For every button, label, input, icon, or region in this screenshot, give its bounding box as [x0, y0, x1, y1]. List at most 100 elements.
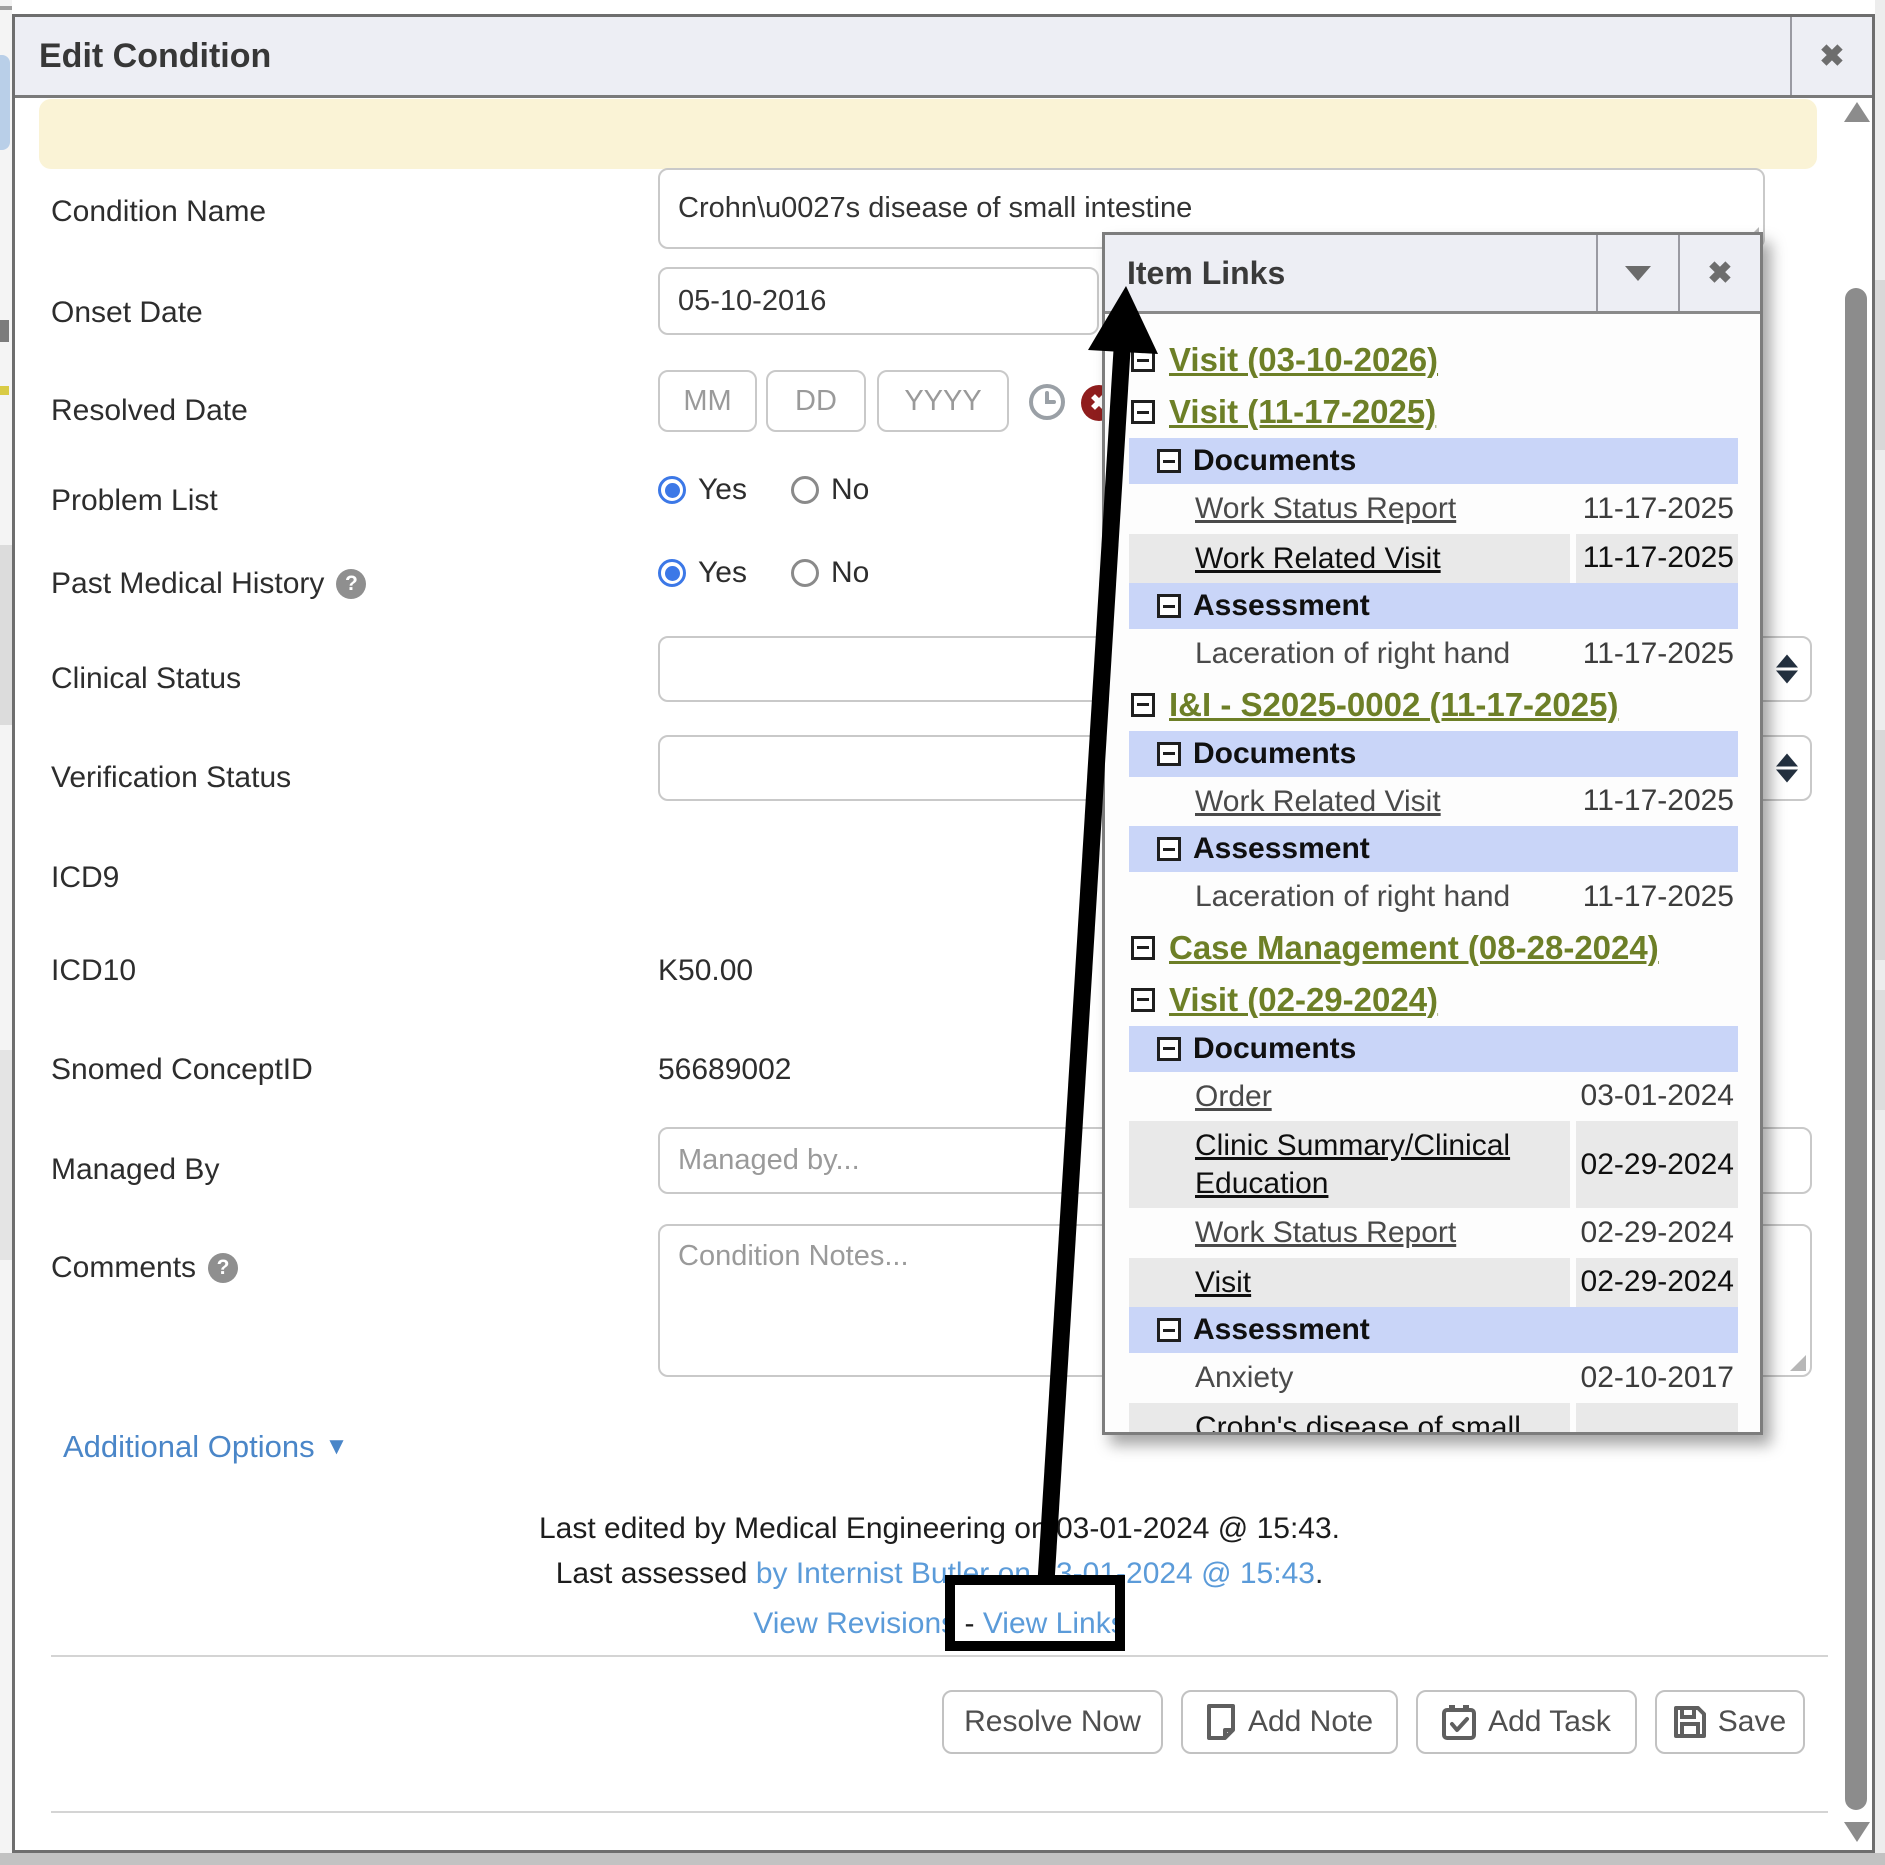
last-assessed-text: Last assessed by Internist Butler on 03-…	[51, 1557, 1828, 1591]
problem-list-no-radio[interactable]: No	[791, 473, 869, 507]
tree-item-row: Laceration of right hand11-17-2025	[1129, 872, 1738, 922]
problem-list-yes-radio[interactable]: Yes	[658, 473, 747, 507]
comments-placeholder: Condition Notes...	[678, 1240, 909, 1273]
popup-close-button[interactable]: ✖	[1678, 235, 1760, 311]
notice-banner	[39, 99, 1817, 169]
tree-session-row: Visit (11-17-2025)	[1129, 386, 1738, 438]
item-date: 05-10-2016	[1576, 1403, 1738, 1433]
section-label: Documents	[1193, 444, 1356, 478]
condition-name-label: Condition Name	[51, 195, 266, 229]
tree-session-row: Case Management (08-28-2024)	[1129, 922, 1738, 974]
problem-list-radiogroup: Yes No	[658, 473, 869, 507]
tree-item-row: Work Related Visit11-17-2025	[1129, 534, 1738, 584]
collapse-icon[interactable]	[1131, 348, 1155, 372]
item-link[interactable]: Work Status Report	[1129, 484, 1570, 534]
pmh-no-radio[interactable]: No	[791, 556, 869, 590]
additional-options-link[interactable]: Additional Options ▼	[63, 1429, 348, 1465]
comments-label: Comments ?	[51, 1251, 238, 1285]
add-task-button[interactable]: Add Task	[1416, 1690, 1637, 1754]
last-assessed-link[interactable]: by Internist Butler on 03-01-2024 @ 15:4…	[756, 1557, 1315, 1590]
background-artifact	[0, 386, 9, 395]
background-artifact	[1875, 990, 1885, 1110]
modal-title: Edit Condition	[15, 37, 271, 76]
item-links-tree: Visit (03-10-2026) Visit (11-17-2025) Docu…	[1105, 314, 1760, 1432]
add-note-button[interactable]: Add Note	[1181, 1690, 1398, 1754]
session-link[interactable]: Visit (11-17-2025)	[1169, 393, 1436, 431]
collapse-icon[interactable]	[1131, 936, 1155, 960]
view-revisions-link[interactable]: View Revisions	[753, 1607, 956, 1640]
bottom-divider	[51, 1811, 1828, 1813]
item-label: Laceration of right hand	[1129, 629, 1570, 679]
session-link[interactable]: Visit (02-29-2024)	[1169, 981, 1438, 1019]
collapse-icon[interactable]	[1157, 1318, 1181, 1342]
view-links-link[interactable]: View Links	[983, 1607, 1126, 1640]
tree-item-row: Order03-01-2024	[1129, 1072, 1738, 1122]
item-link[interactable]: Work Related Visit	[1129, 777, 1570, 827]
modal-header: Edit Condition	[15, 17, 1872, 98]
resolve-now-button[interactable]: Resolve Now	[942, 1690, 1163, 1754]
collapse-icon[interactable]	[1131, 693, 1155, 717]
collapse-icon[interactable]	[1131, 400, 1155, 424]
icd9-label: ICD9	[51, 861, 119, 895]
collapse-icon[interactable]	[1157, 594, 1181, 618]
collapse-icon[interactable]	[1157, 1037, 1181, 1061]
tree-item-row: Clinic Summary/Clinical Education02-29-2…	[1129, 1121, 1738, 1208]
page-background-left	[0, 0, 12, 1865]
tree-section-row: Assessment	[1129, 1307, 1738, 1353]
session-link[interactable]: Case Management (08-28-2024)	[1169, 929, 1659, 967]
item-date: 03-01-2024	[1576, 1072, 1738, 1122]
screenshot-root: { "modal": { "title": "Edit Condition", …	[0, 0, 1885, 1865]
clinical-status-label: Clinical Status	[51, 662, 241, 696]
resize-grip-icon[interactable]	[1790, 1355, 1806, 1371]
collapse-icon[interactable]	[1131, 988, 1155, 1012]
background-artifact	[0, 55, 10, 150]
section-label: Assessment	[1193, 832, 1370, 866]
collapse-icon[interactable]	[1157, 742, 1181, 766]
onset-date-input[interactable]: 05-10-2016	[658, 267, 1099, 335]
onset-date-label: Onset Date	[51, 296, 203, 330]
resolved-month-input[interactable]: MM	[658, 370, 757, 432]
item-link[interactable]: Visit	[1129, 1258, 1570, 1308]
item-date: 11-17-2025	[1576, 629, 1738, 679]
clock-icon[interactable]	[1028, 383, 1066, 421]
item-date: 11-17-2025	[1576, 872, 1738, 922]
session-link[interactable]: I&I - S2025-0002 (11-17-2025)	[1169, 686, 1618, 724]
tree-item-row: Work Status Report11-17-2025	[1129, 484, 1738, 534]
background-artifact	[0, 6, 12, 10]
collapse-icon[interactable]	[1157, 449, 1181, 473]
resolved-year-input[interactable]: YYYY	[877, 370, 1009, 432]
scrollbar-up-arrow[interactable]	[1844, 102, 1870, 122]
section-label: Assessment	[1193, 589, 1370, 623]
background-artifact	[1875, 280, 1885, 450]
pmh-yes-radio[interactable]: Yes	[658, 556, 747, 590]
tree-item-row: Work Related Visit11-17-2025	[1129, 777, 1738, 827]
item-link[interactable]: Work Related Visit	[1129, 534, 1570, 584]
last-edited-text: Last edited by Medical Engineering on 03…	[51, 1512, 1828, 1546]
verification-status-label: Verification Status	[51, 761, 291, 795]
modal-close-button[interactable]: ✖	[1790, 17, 1872, 95]
select-stepper-icon[interactable]	[1776, 655, 1798, 684]
select-stepper-icon[interactable]	[1776, 754, 1798, 783]
radio-selected-icon	[658, 559, 686, 587]
footer-divider	[51, 1655, 1828, 1657]
icd10-value: K50.00	[658, 954, 753, 988]
item-date: 11-17-2025	[1576, 534, 1738, 584]
radio-unselected-icon	[791, 559, 819, 587]
popup-minimize-button[interactable]	[1596, 235, 1678, 311]
collapse-icon[interactable]	[1157, 837, 1181, 861]
save-button[interactable]: Save	[1655, 1690, 1805, 1754]
past-medical-history-label: Past Medical History ?	[51, 567, 366, 601]
item-date: 11-17-2025	[1576, 484, 1738, 534]
chevron-down-icon	[1625, 266, 1651, 281]
item-link[interactable]: Work Status Report	[1129, 1208, 1570, 1258]
session-link[interactable]: Visit (03-10-2026)	[1169, 341, 1438, 379]
item-link[interactable]: Clinic Summary/Clinical Education	[1129, 1121, 1570, 1208]
scrollbar-down-arrow[interactable]	[1844, 1822, 1870, 1842]
help-icon[interactable]: ?	[336, 569, 366, 599]
section-label: Assessment	[1193, 1313, 1370, 1347]
scrollbar-thumb[interactable]	[1845, 288, 1867, 1810]
item-link[interactable]: Order	[1129, 1072, 1570, 1122]
help-icon[interactable]: ?	[208, 1253, 238, 1283]
resolved-day-input[interactable]: DD	[766, 370, 866, 432]
tree-item-row: Work Status Report02-29-2024	[1129, 1208, 1738, 1258]
